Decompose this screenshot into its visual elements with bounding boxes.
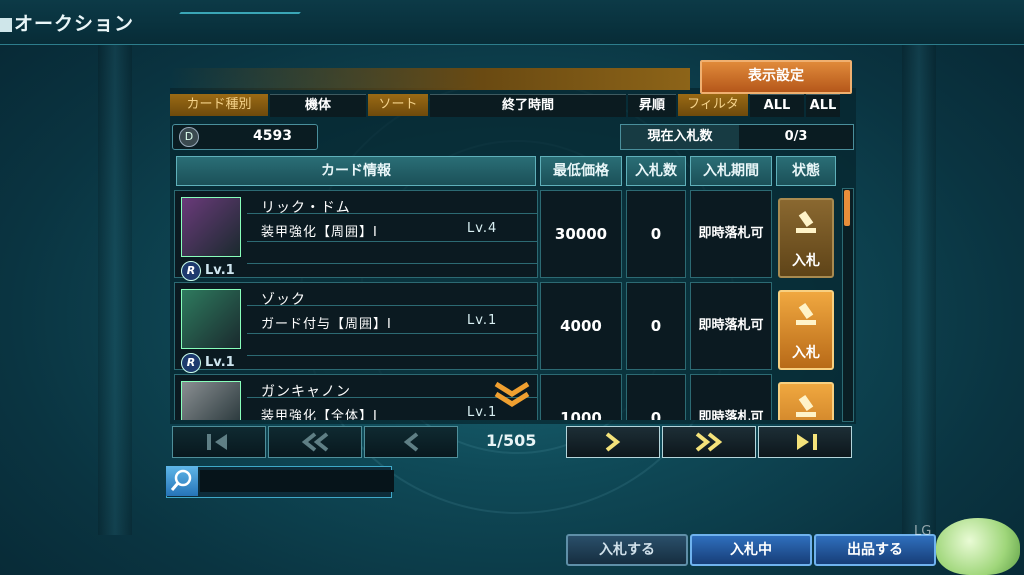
scroll-down-chevron-icon[interactable] — [492, 380, 532, 410]
currency-box: D 4593 — [172, 124, 318, 150]
bidding-tab[interactable]: 入札中 — [690, 534, 812, 566]
header-bar — [0, 0, 1024, 45]
scrollbar-thumb[interactable] — [844, 190, 850, 226]
card-info-cell: R Lv.1 リック・ドム 装甲強化【周囲】Ⅰ Lv.4 — [174, 190, 538, 281]
filter-label: フィルタ — [678, 94, 748, 116]
rarity-badge-icon: R — [181, 261, 201, 281]
card-name: リック・ドム — [261, 200, 351, 216]
display-settings-button[interactable]: 表示設定 — [700, 60, 852, 94]
sort-label: ソート — [368, 94, 428, 116]
table-row[interactable]: R Lv.1 リック・ドム 装甲強化【周囲】Ⅰ Lv.4 30000 0 即時落… — [174, 188, 838, 281]
card-info-cell: R Lv.1 ゾック ガード付与【周囲】Ⅰ Lv.1 — [174, 282, 538, 373]
double-chevron-left-icon — [301, 432, 329, 452]
row-divider — [247, 263, 537, 264]
card-skill-level: Lv.4 — [467, 221, 498, 236]
card-level: Lv.1 — [205, 355, 235, 370]
chevron-left-icon — [403, 432, 419, 452]
card-info-cell: R Lv.1 ガンキャノン 装甲強化【全体】Ⅰ Lv.1 — [174, 374, 538, 420]
card-thumbnail — [181, 381, 241, 420]
header-bid-count[interactable]: 入札数 — [626, 156, 686, 186]
order-select[interactable]: 昇順 — [628, 94, 676, 117]
card-skill: ガード付与【周囲】Ⅰ — [261, 317, 392, 332]
card-name: ゾック — [261, 292, 306, 308]
mascot-image — [936, 518, 1020, 575]
first-page-button[interactable] — [172, 426, 266, 458]
filter-select-1[interactable]: ALL — [750, 94, 804, 117]
card-type-select[interactable]: 機体 — [270, 94, 366, 117]
bid-count-cell: 0 — [626, 374, 686, 420]
card-thumbnail — [181, 289, 241, 349]
back-notch-icon[interactable] — [0, 18, 12, 32]
prev-ten-button[interactable] — [268, 426, 362, 458]
current-bids-label: 現在入札数 — [621, 125, 739, 149]
card-name: ガンキャノン — [261, 384, 351, 400]
prev-page-button[interactable] — [364, 426, 458, 458]
min-price-cell: 30000 — [540, 190, 622, 278]
bid-button[interactable]: 入札 — [778, 198, 834, 278]
bid-period-cell: 即時落札可 — [690, 282, 772, 370]
bid-button-label: 入札 — [792, 345, 820, 361]
header-decoration — [179, 12, 301, 14]
current-bids-value: 0/3 — [784, 129, 808, 144]
rarity-badge-icon: R — [181, 353, 201, 373]
header-min-price[interactable]: 最低価格 — [540, 156, 622, 186]
gavel-icon — [796, 210, 816, 233]
double-chevron-right-icon — [695, 432, 723, 452]
last-page-button[interactable] — [758, 426, 852, 458]
header-status: 状態 — [776, 156, 836, 186]
card-skill: 装甲強化【周囲】Ⅰ — [261, 225, 378, 240]
gavel-icon — [796, 302, 816, 325]
chevron-right-icon — [605, 432, 621, 452]
current-bids-box: 現在入札数 0/3 — [620, 124, 854, 150]
bid-count-cell: 0 — [626, 190, 686, 278]
card-skill-level: Lv.1 — [467, 313, 498, 328]
row-divider — [247, 355, 537, 356]
min-price-cell: 4000 — [540, 282, 622, 370]
gavel-icon — [796, 394, 816, 417]
bid-button[interactable]: 入札 — [778, 290, 834, 370]
last-page-icon — [797, 434, 817, 450]
tab-strip-decoration — [170, 68, 690, 90]
bid-count-cell: 0 — [626, 282, 686, 370]
place-bid-tab[interactable]: 入札する — [566, 534, 688, 566]
header-card-info: カード情報 — [176, 156, 536, 186]
left-frame-decoration — [98, 20, 132, 535]
right-frame-decoration — [902, 20, 936, 535]
filter-bar: カード種別 機体 ソート 終了時間 昇順 フィルタ ALL ALL — [170, 94, 856, 117]
currency-amount: 4593 — [253, 128, 292, 144]
row-divider — [247, 241, 537, 242]
card-skill: 装甲強化【全体】Ⅰ — [261, 409, 378, 420]
card-level: Lv.1 — [205, 263, 235, 278]
search-icon — [170, 469, 192, 491]
page-title: オークション — [14, 13, 135, 35]
table-row[interactable]: R Lv.1 ゾック ガード付与【周囲】Ⅰ Lv.1 4000 0 即時落札可 … — [174, 280, 838, 373]
first-page-icon — [207, 434, 227, 450]
card-type-label: カード種別 — [170, 94, 268, 116]
page-indicator: 1/505 — [486, 431, 537, 450]
card-thumbnail — [181, 197, 241, 257]
bid-period-cell: 即時落札可 — [690, 190, 772, 278]
d-currency-icon: D — [179, 127, 199, 147]
bid-button[interactable]: 入札 — [778, 382, 834, 420]
filter-select-2[interactable]: ALL — [806, 94, 840, 117]
sort-select[interactable]: 終了時間 — [430, 94, 626, 117]
watermark-text: LG — [914, 524, 932, 539]
next-ten-button[interactable] — [662, 426, 756, 458]
search-input[interactable] — [200, 470, 394, 492]
bid-period-cell: 即時落札可 — [690, 374, 772, 420]
row-divider — [247, 333, 537, 334]
search-button[interactable] — [166, 466, 198, 496]
min-price-cell: 1000 — [540, 374, 622, 420]
header-bid-period[interactable]: 入札期間 — [690, 156, 772, 186]
next-page-button[interactable] — [566, 426, 660, 458]
bid-button-label: 入札 — [792, 253, 820, 269]
